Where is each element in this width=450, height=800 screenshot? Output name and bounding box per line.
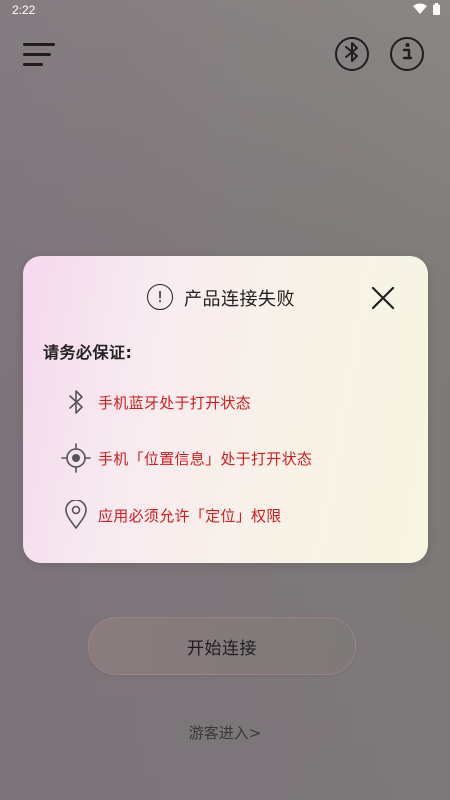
requirement-bluetooth: 手机蓝牙处于打开状态: [61, 387, 251, 417]
requirement-text: 应用必须允许「定位」权限: [98, 506, 282, 525]
menu-icon: [22, 43, 58, 73]
start-connect-button[interactable]: 开始连接: [88, 617, 356, 675]
dialog-title: 产品连接失败: [184, 289, 295, 310]
location-target-icon: [61, 443, 91, 473]
dialog-header: ! 产品连接失败: [23, 283, 428, 313]
info-button[interactable]: [390, 37, 424, 71]
bluetooth-icon: [61, 387, 91, 417]
guest-entry-link[interactable]: 游客进入>: [0, 722, 450, 743]
close-icon: [370, 286, 396, 315]
map-pin-icon: [61, 500, 91, 530]
dialog-subtitle: 请务必保证:: [43, 343, 133, 362]
connection-failed-dialog: ! 产品连接失败 请务必保证: 手机蓝牙处于打开状态 手机「位置信息」处于打开状…: [23, 256, 428, 563]
info-icon: [400, 42, 414, 66]
wifi-icon: [413, 3, 427, 15]
requirement-location-info: 手机「位置信息」处于打开状态: [61, 443, 312, 473]
status-icons: [413, 3, 440, 15]
requirement-text: 手机「位置信息」处于打开状态: [98, 449, 313, 468]
battery-icon: [433, 3, 440, 15]
status-bar: 2:22: [0, 0, 450, 22]
menu-button[interactable]: [22, 41, 58, 69]
warning-icon: !: [147, 284, 173, 310]
requirement-location-permission: 应用必须允许「定位」权限: [61, 500, 282, 530]
bluetooth-button[interactable]: [335, 37, 369, 71]
dialog-close-button[interactable]: [370, 285, 396, 311]
status-time: 2:22: [12, 3, 36, 17]
bluetooth-icon: [344, 41, 360, 67]
requirement-text: 手机蓝牙处于打开状态: [98, 393, 252, 412]
